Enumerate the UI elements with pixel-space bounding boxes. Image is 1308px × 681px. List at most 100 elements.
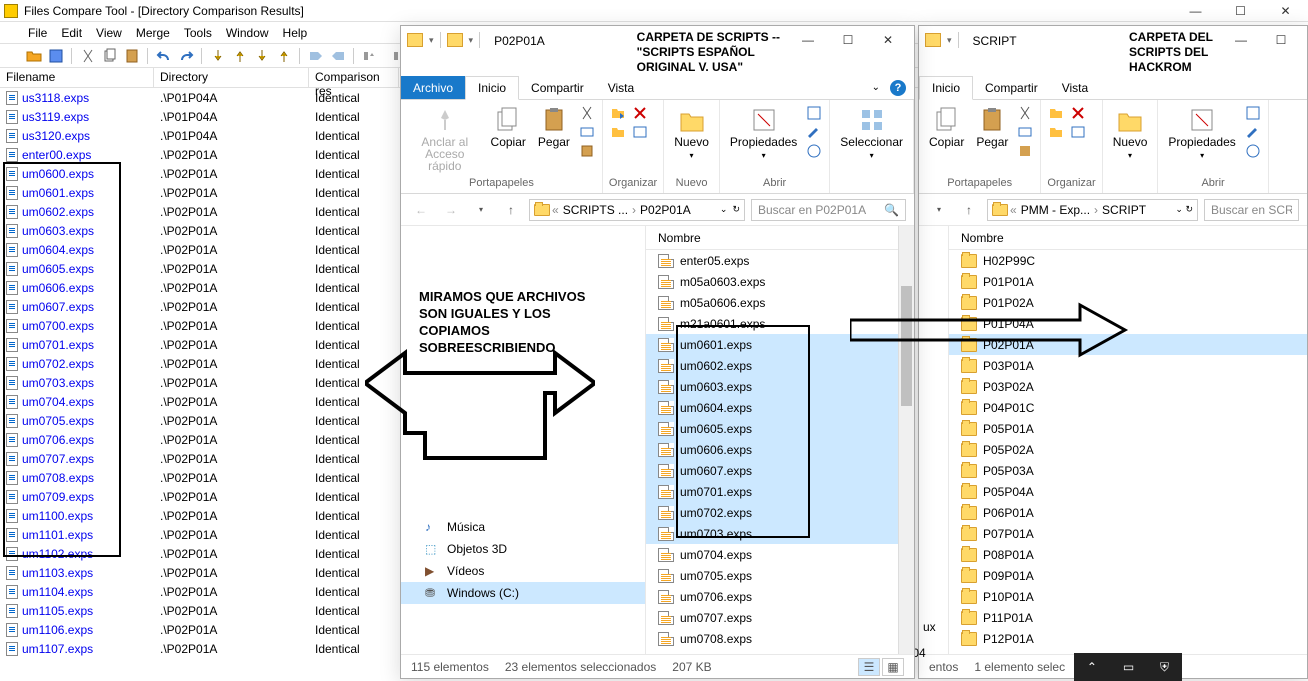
address-bar[interactable]: « PMM - Exp...› SCRIPT ⌄ ↻ [987, 199, 1198, 221]
maximize-button[interactable]: ☐ [828, 26, 868, 54]
file-row[interactable]: enter05.exps [646, 250, 914, 271]
recent-dropdown[interactable]: ▾ [927, 198, 951, 222]
paste-shortcut-icon[interactable] [1016, 142, 1034, 160]
tab-file[interactable]: Archivo [401, 76, 465, 99]
help-icon[interactable]: ? [890, 80, 906, 96]
file-row[interactable]: m05a0603.exps [646, 271, 914, 292]
nav-3dobjects[interactable]: ⬚Objetos 3D [401, 538, 645, 560]
folder-row[interactable]: P08P01A [949, 544, 1307, 565]
menu-merge[interactable]: Merge [130, 24, 176, 42]
nav-item[interactable]: ux [919, 616, 948, 638]
up-button[interactable]: ↑ [957, 198, 981, 222]
file-row[interactable]: um0701.exps [646, 481, 914, 502]
open-folder-icon[interactable] [24, 46, 44, 66]
folder-row[interactable]: P03P02A [949, 376, 1307, 397]
file-row[interactable]: um0702.exps [646, 502, 914, 523]
folder-icon[interactable] [447, 33, 463, 47]
tab-view[interactable]: Vista [1050, 76, 1100, 99]
paste-icon[interactable] [122, 46, 142, 66]
paste-button[interactable]: Pegar [972, 104, 1012, 150]
header-directory[interactable]: Directory [154, 68, 309, 87]
copy-path-icon[interactable] [578, 123, 596, 141]
move-to-icon[interactable] [609, 104, 627, 122]
arrow-up-icon[interactable] [230, 46, 250, 66]
nav-tree[interactable]: ux Ubuntu-20.04 [919, 226, 949, 654]
folder-row[interactable]: P09P01A [949, 565, 1307, 586]
folder-row[interactable]: P05P01A [949, 418, 1307, 439]
tab-share[interactable]: Compartir [973, 76, 1050, 99]
cut-icon[interactable] [78, 46, 98, 66]
search-input[interactable]: Buscar en P02P01A🔍 [751, 199, 906, 221]
menu-window[interactable]: Window [220, 24, 275, 42]
close-button[interactable]: ✕ [1263, 1, 1308, 21]
tray-icon[interactable]: ▭ [1123, 660, 1134, 674]
menu-tools[interactable]: Tools [178, 24, 218, 42]
merge-left-icon[interactable] [328, 46, 348, 66]
new-folder-button[interactable]: Nuevo▾ [670, 104, 713, 164]
edit-icon[interactable] [1244, 123, 1262, 141]
cut-icon[interactable] [1016, 104, 1034, 122]
collapse-ribbon-icon[interactable]: ⌄ [872, 82, 880, 93]
minimize-button[interactable]: — [788, 26, 828, 54]
history-icon[interactable] [1244, 142, 1262, 160]
column-header-name[interactable]: Nombre [949, 226, 1307, 250]
move-to-icon[interactable] [1047, 104, 1065, 122]
maximize-button[interactable]: ☐ [1218, 1, 1263, 21]
file-row[interactable]: um0705.exps [646, 565, 914, 586]
file-row[interactable]: um0708.exps [646, 628, 914, 649]
nav-drive-c[interactable]: ⛃Windows (C:) [401, 582, 645, 604]
history-icon[interactable] [805, 142, 823, 160]
folder-row[interactable]: P10P01A [949, 586, 1307, 607]
undo-icon[interactable] [154, 46, 174, 66]
merge-right-icon[interactable] [306, 46, 326, 66]
folder-row[interactable]: P11P01A [949, 607, 1307, 628]
pin-quickaccess-button[interactable]: Anclar al Acceso rápido [407, 104, 483, 174]
folder-row[interactable]: P01P01A [949, 271, 1307, 292]
header-filename[interactable]: Filename [0, 68, 154, 87]
qat-down-icon[interactable]: ▾ [429, 35, 434, 46]
file-row[interactable]: um0704.exps [646, 544, 914, 565]
folder-row[interactable]: P04P01C [949, 397, 1307, 418]
file-row[interactable]: um0607.exps [646, 460, 914, 481]
qat-down-icon[interactable]: ▾ [947, 35, 952, 46]
select-button[interactable]: Seleccionar▾ [836, 104, 907, 164]
defender-icon[interactable]: ⛨ [1160, 660, 1169, 675]
minimize-button[interactable]: — [1221, 26, 1261, 54]
search-input[interactable]: Buscar en SCRIPT [1204, 199, 1299, 221]
folder-row[interactable]: P05P02A [949, 439, 1307, 460]
forward-button[interactable]: → [439, 198, 463, 222]
file-row[interactable]: um0605.exps [646, 418, 914, 439]
copy-button[interactable]: Copiar [487, 104, 530, 150]
file-row[interactable]: um0603.exps [646, 376, 914, 397]
arrow-down-icon[interactable] [252, 46, 272, 66]
tab-view[interactable]: Vista [596, 76, 646, 99]
tab-home[interactable]: Inicio [919, 76, 973, 100]
menu-view[interactable]: View [90, 24, 128, 42]
file-row[interactable]: um0606.exps [646, 439, 914, 460]
new-folder-button[interactable]: Nuevo▾ [1109, 104, 1152, 164]
open-icon[interactable] [1244, 104, 1262, 122]
menu-file[interactable]: File [22, 24, 53, 42]
menu-help[interactable]: Help [277, 24, 314, 42]
delete-icon[interactable] [1069, 104, 1087, 122]
file-row[interactable]: um0604.exps [646, 397, 914, 418]
folder-row[interactable]: P05P03A [949, 460, 1307, 481]
rename-icon[interactable] [1069, 123, 1087, 141]
redo-icon[interactable] [176, 46, 196, 66]
arrow-down-icon[interactable] [208, 46, 228, 66]
column-header-name[interactable]: ⌃Nombre [646, 226, 914, 250]
up-button[interactable]: ↑ [499, 198, 523, 222]
minimize-button[interactable]: — [1173, 1, 1218, 21]
folder-row[interactable]: P07P01A [949, 523, 1307, 544]
folder-icon[interactable] [407, 33, 423, 47]
delete-icon[interactable] [631, 104, 649, 122]
folder-row[interactable]: P06P01A [949, 502, 1307, 523]
copy-icon[interactable] [100, 46, 120, 66]
properties-button[interactable]: Propiedades▾ [726, 104, 801, 164]
back-button[interactable]: ← [409, 198, 433, 222]
copy-path-icon[interactable] [1016, 123, 1034, 141]
cut-icon[interactable] [578, 104, 596, 122]
folder-row[interactable]: P12P01A [949, 628, 1307, 649]
close-button[interactable]: ✕ [868, 26, 908, 54]
view-icons-button[interactable]: ▦ [882, 658, 904, 676]
